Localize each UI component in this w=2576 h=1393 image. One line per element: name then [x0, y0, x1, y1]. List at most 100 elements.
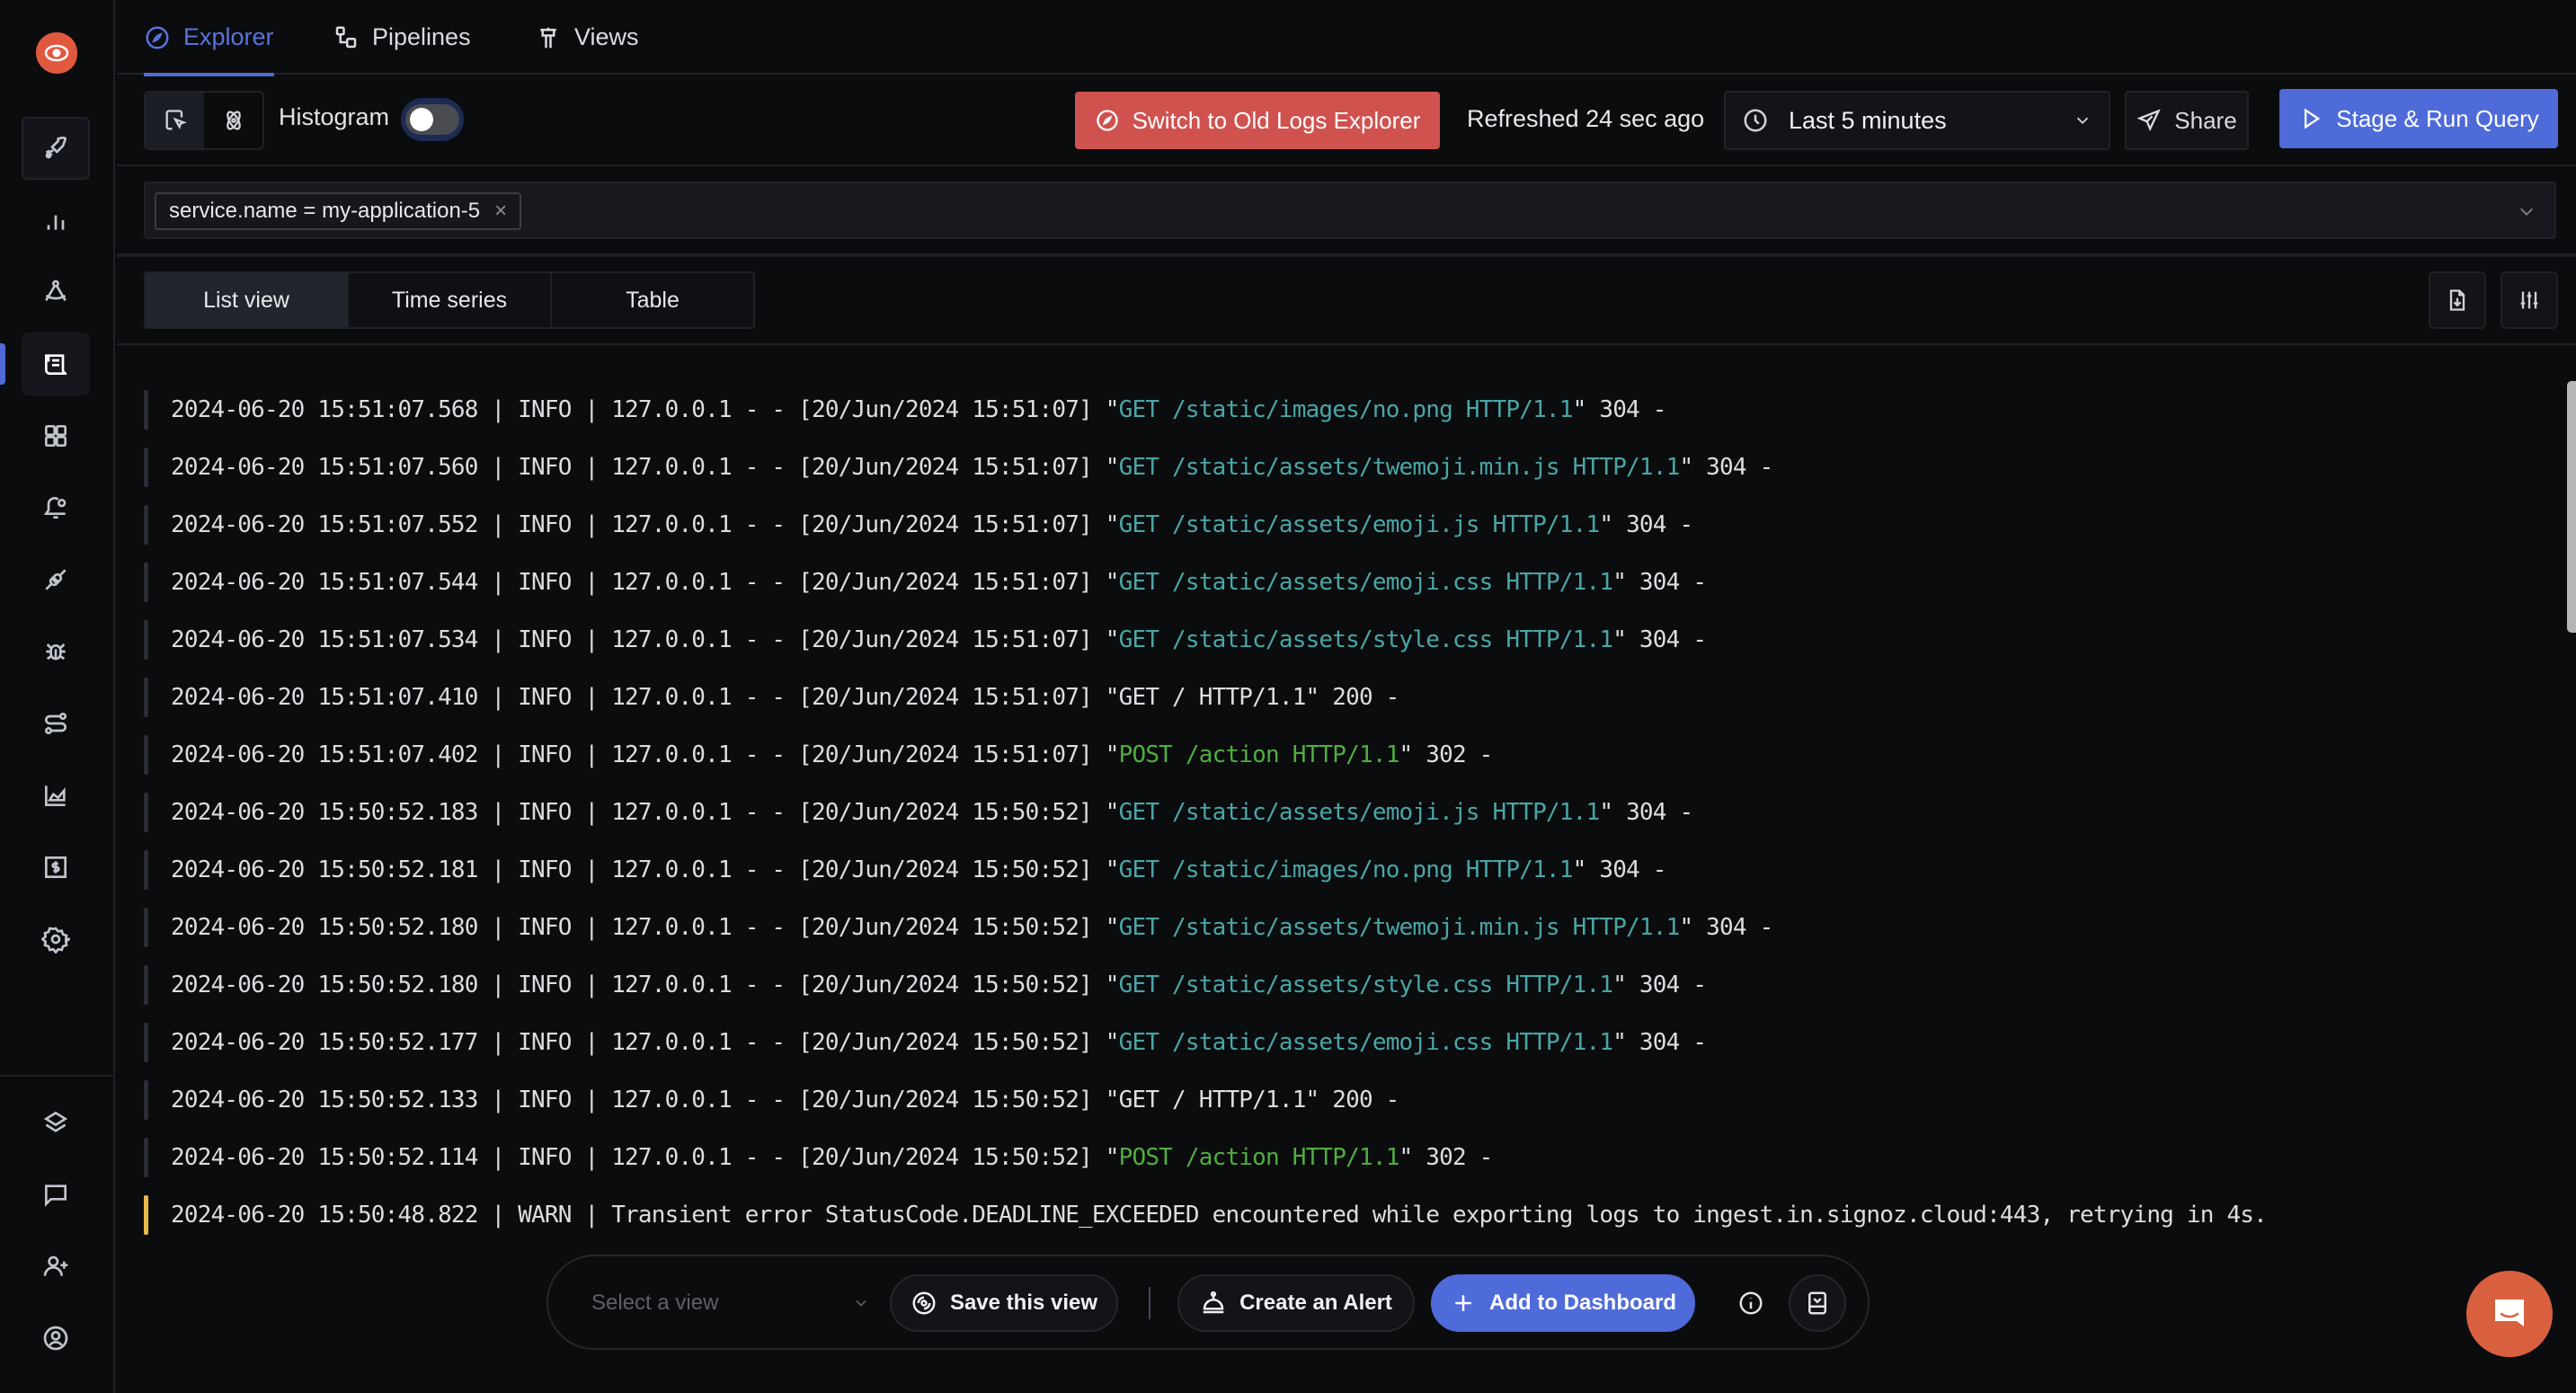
- time-range-select[interactable]: Last 5 minutes: [1724, 91, 2110, 150]
- sidebar-item-invite[interactable]: [22, 1235, 90, 1298]
- log-separator: |: [477, 1087, 519, 1114]
- signoz-logo[interactable]: [36, 32, 77, 74]
- action-divider: [1149, 1287, 1150, 1319]
- tab-list-view[interactable]: List view: [146, 273, 349, 327]
- gear-icon: [41, 927, 70, 954]
- stage-run-query-button[interactable]: Stage & Run Query: [2279, 89, 2558, 148]
- log-row[interactable]: 2024-06-20 15:51:07.568 | INFO | 127.0.0…: [144, 381, 2553, 439]
- message-square-icon: [45, 1184, 67, 1207]
- log-separator: |: [477, 569, 519, 596]
- share-button[interactable]: Share: [2125, 91, 2249, 150]
- route-icon: [45, 713, 67, 734]
- log-message-prefix: 127.0.0.1 - - [20/Jun/2024 15:51:07] ": [611, 569, 1119, 596]
- clickhouse-mode-button[interactable]: [204, 93, 262, 148]
- chevron-down-icon[interactable]: [2517, 201, 2536, 221]
- info-button[interactable]: [1722, 1274, 1780, 1332]
- log-row[interactable]: 2024-06-20 15:50:52.133 | INFO | 127.0.0…: [144, 1071, 2553, 1129]
- log-row[interactable]: 2024-06-20 15:51:07.544 | INFO | 127.0.0…: [144, 554, 2553, 611]
- log-row[interactable]: 2024-06-20 15:51:07.410 | INFO | 127.0.0…: [144, 669, 2553, 726]
- view-mode-tabs: List view Time series Table: [144, 271, 755, 329]
- sidebar-item-workspace[interactable]: [22, 1091, 90, 1154]
- tab-table[interactable]: Table: [552, 273, 753, 327]
- sidebar-item-service-map[interactable]: [22, 692, 90, 755]
- tab-time-series[interactable]: Time series: [349, 273, 552, 327]
- create-alert-button[interactable]: Create an Alert: [1177, 1274, 1415, 1332]
- sidebar-item-alerts[interactable]: [22, 476, 90, 539]
- log-request-highlight: GET /static/assets/emoji.css HTTP/1.1: [1118, 569, 1613, 596]
- sidebar-item-settings[interactable]: [22, 908, 90, 971]
- log-message-prefix: 127.0.0.1 - - [20/Jun/2024 15:51:07] ": [611, 741, 1119, 768]
- sidebar-item-traces[interactable]: [22, 261, 90, 324]
- log-timestamp: 2024-06-20 15:50:52.133: [171, 1087, 478, 1114]
- log-timestamp: 2024-06-20 15:51:07.534: [171, 626, 478, 653]
- collapse-bar-button[interactable]: [1789, 1274, 1846, 1332]
- histogram-toggle[interactable]: [401, 98, 464, 141]
- log-level: INFO: [518, 626, 572, 653]
- chat-smile-icon: [2495, 1300, 2524, 1326]
- toggle-knob: [410, 108, 433, 131]
- log-timestamp: 2024-06-20 15:51:07.410: [171, 684, 478, 711]
- log-level: INFO: [518, 1144, 572, 1171]
- tab-views[interactable]: Views: [535, 0, 639, 75]
- histogram-label: Histogram: [279, 103, 390, 130]
- switch-old-explorer-button[interactable]: Switch to Old Logs Explorer: [1075, 92, 1440, 149]
- log-level: INFO: [518, 741, 572, 768]
- sidebar-item-exceptions[interactable]: [22, 620, 90, 683]
- log-message-suffix: " 304 -: [1612, 626, 1707, 653]
- log-level: INFO: [518, 511, 572, 538]
- log-message-prefix: 127.0.0.1 - - [20/Jun/2024 15:50:52] ": [611, 799, 1119, 826]
- sidebar-item-integrations[interactable]: [22, 548, 90, 611]
- add-to-dashboard-button[interactable]: Add to Dashboard: [1431, 1274, 1695, 1332]
- save-view-button[interactable]: Save this view: [890, 1274, 1118, 1332]
- query-mode-toggle: [144, 91, 264, 150]
- log-request-highlight: GET /static/images/no.png HTTP/1.1: [1118, 856, 1574, 883]
- log-row[interactable]: 2024-06-20 15:51:07.402 | INFO | 127.0.0…: [144, 726, 2553, 784]
- log-separator: |: [477, 511, 519, 538]
- log-row[interactable]: 2024-06-20 15:50:52.177 | INFO | 127.0.0…: [144, 1014, 2553, 1071]
- log-row[interactable]: 2024-06-20 15:50:52.181 | INFO | 127.0.0…: [144, 841, 2553, 899]
- query-builder-mode-button[interactable]: [146, 93, 204, 148]
- log-row[interactable]: 2024-06-20 15:50:48.822 | WARN | Transie…: [144, 1186, 2553, 1244]
- sliders-icon: [2520, 291, 2538, 309]
- filter-chip[interactable]: service.name = my-application-5 ×: [155, 192, 522, 230]
- bell-dot-icon: [43, 497, 67, 519]
- log-message-prefix: 127.0.0.1 - - [20/Jun/2024 15:50:52] ": [611, 914, 1119, 941]
- log-level: INFO: [518, 396, 572, 423]
- log-row[interactable]: 2024-06-20 15:50:52.180 | INFO | 127.0.0…: [144, 956, 2553, 1014]
- sidebar-item-logs[interactable]: [22, 333, 90, 395]
- filter-search-input[interactable]: service.name = my-application-5 ×: [144, 182, 2556, 239]
- pipeline-icon: [335, 26, 357, 48]
- download-button[interactable]: [2429, 271, 2486, 329]
- log-row[interactable]: 2024-06-20 15:50:52.114 | INFO | 127.0.0…: [144, 1129, 2553, 1186]
- cursor-box-icon: [165, 110, 187, 130]
- select-view-dropdown[interactable]: Select a view: [591, 1283, 870, 1323]
- sidebar-item-billing[interactable]: [22, 836, 90, 899]
- log-list-scrollbar[interactable]: [2567, 381, 2576, 633]
- log-row[interactable]: 2024-06-20 15:51:07.552 | INFO | 127.0.0…: [144, 496, 2553, 554]
- log-row[interactable]: 2024-06-20 15:50:52.183 | INFO | 127.0.0…: [144, 784, 2553, 841]
- log-row[interactable]: 2024-06-20 15:51:07.534 | INFO | 127.0.0…: [144, 611, 2553, 669]
- log-request-highlight: GET /static/assets/twemoji.min.js HTTP/1…: [1118, 454, 1681, 481]
- sidebar-item-profile[interactable]: [22, 1307, 90, 1370]
- log-message-suffix: " 302 -: [1399, 741, 1494, 768]
- sidebar-item-services[interactable]: [22, 189, 90, 252]
- log-separator: |: [571, 799, 612, 826]
- play-icon: [2305, 108, 2321, 129]
- format-options-button[interactable]: [2500, 271, 2558, 329]
- tab-explorer[interactable]: Explorer: [144, 0, 274, 76]
- sidebar-item-dashboards[interactable]: [22, 404, 90, 467]
- log-row[interactable]: 2024-06-20 15:51:07.560 | INFO | 127.0.0…: [144, 439, 2553, 496]
- sidebar-item-support[interactable]: [22, 1163, 90, 1226]
- close-icon[interactable]: ×: [494, 199, 507, 224]
- save-view-label: Save this view: [949, 1291, 1098, 1315]
- log-row[interactable]: 2024-06-20 15:50:52.180 | INFO | 127.0.0…: [144, 899, 2553, 956]
- support-chat-launcher[interactable]: [2466, 1271, 2553, 1357]
- sidebar-item-usage[interactable]: [22, 764, 90, 827]
- sidebar-item-get-started[interactable]: [22, 117, 90, 180]
- log-separator: |: [571, 511, 612, 538]
- top-tab-bar: Explorer Pipelines Views: [117, 0, 2576, 76]
- compass-icon: [1096, 110, 1118, 131]
- log-message-suffix: " 304 -: [1679, 914, 1773, 941]
- bar-chart-icon: [47, 215, 65, 230]
- tab-pipelines[interactable]: Pipelines: [333, 0, 471, 75]
